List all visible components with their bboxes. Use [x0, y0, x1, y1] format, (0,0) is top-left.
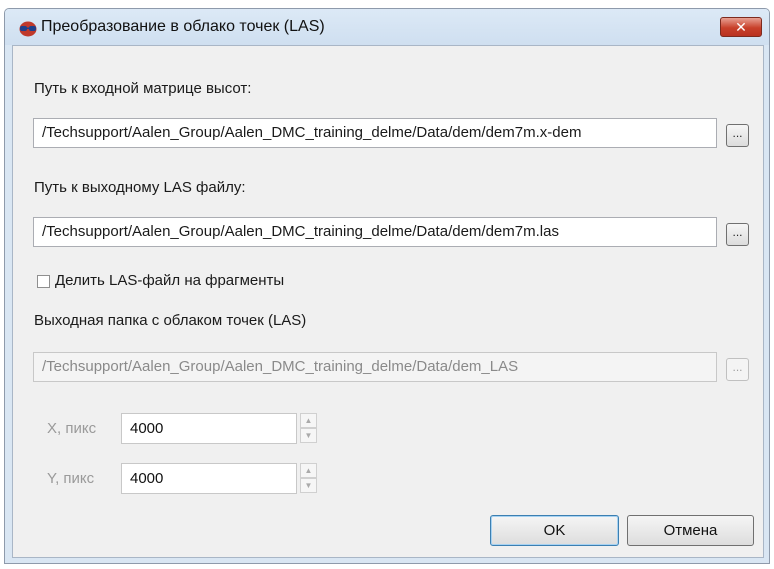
window-title: Преобразование в облако точек (LAS) [41, 18, 325, 35]
output-las-label: Путь к выходному LAS файлу: [34, 179, 246, 196]
app-icon [19, 21, 37, 37]
spin-up-icon[interactable]: ▲ [300, 413, 317, 428]
fragment-x-field[interactable]: 4000 [121, 413, 297, 444]
cancel-button[interactable]: Отмена [627, 515, 754, 546]
fragment-x-label: X, пикс [47, 420, 97, 437]
output-folder-browse-button[interactable]: ... [726, 358, 749, 381]
title-bar[interactable]: Преобразование в облако точек (LAS) ✕ [5, 9, 769, 45]
fragment-y-spinner[interactable]: ▲ ▼ [300, 463, 317, 494]
split-las-label[interactable]: Делить LAS-файл на фрагменты [55, 272, 284, 289]
dialog-window: Преобразование в облако точек (LAS) ✕ Пу… [4, 8, 770, 564]
output-las-browse-button[interactable]: ... [726, 223, 749, 246]
fragment-x-spinner[interactable]: ▲ ▼ [300, 413, 317, 444]
output-las-field[interactable]: /Techsupport/Aalen_Group/Aalen_DMC_train… [33, 217, 717, 247]
close-button[interactable]: ✕ [720, 17, 762, 37]
ok-button[interactable]: OK [490, 515, 619, 546]
output-folder-label: Выходная папка с облаком точек (LAS) [34, 312, 307, 329]
input-matrix-label: Путь к входной матрице высот: [34, 80, 252, 97]
split-las-checkbox[interactable] [37, 275, 50, 288]
input-matrix-browse-button[interactable]: ... [726, 124, 749, 147]
spin-down-icon[interactable]: ▼ [300, 478, 317, 493]
output-folder-field[interactable]: /Techsupport/Aalen_Group/Aalen_DMC_train… [33, 352, 717, 382]
spin-up-icon[interactable]: ▲ [300, 463, 317, 478]
input-matrix-field[interactable]: /Techsupport/Aalen_Group/Aalen_DMC_train… [33, 118, 717, 148]
fragment-y-field[interactable]: 4000 [121, 463, 297, 494]
fragment-y-label: Y, пикс [47, 470, 95, 487]
spin-down-icon[interactable]: ▼ [300, 428, 317, 443]
dialog-body: Путь к входной матрице высот: /Techsuppo… [12, 45, 764, 558]
